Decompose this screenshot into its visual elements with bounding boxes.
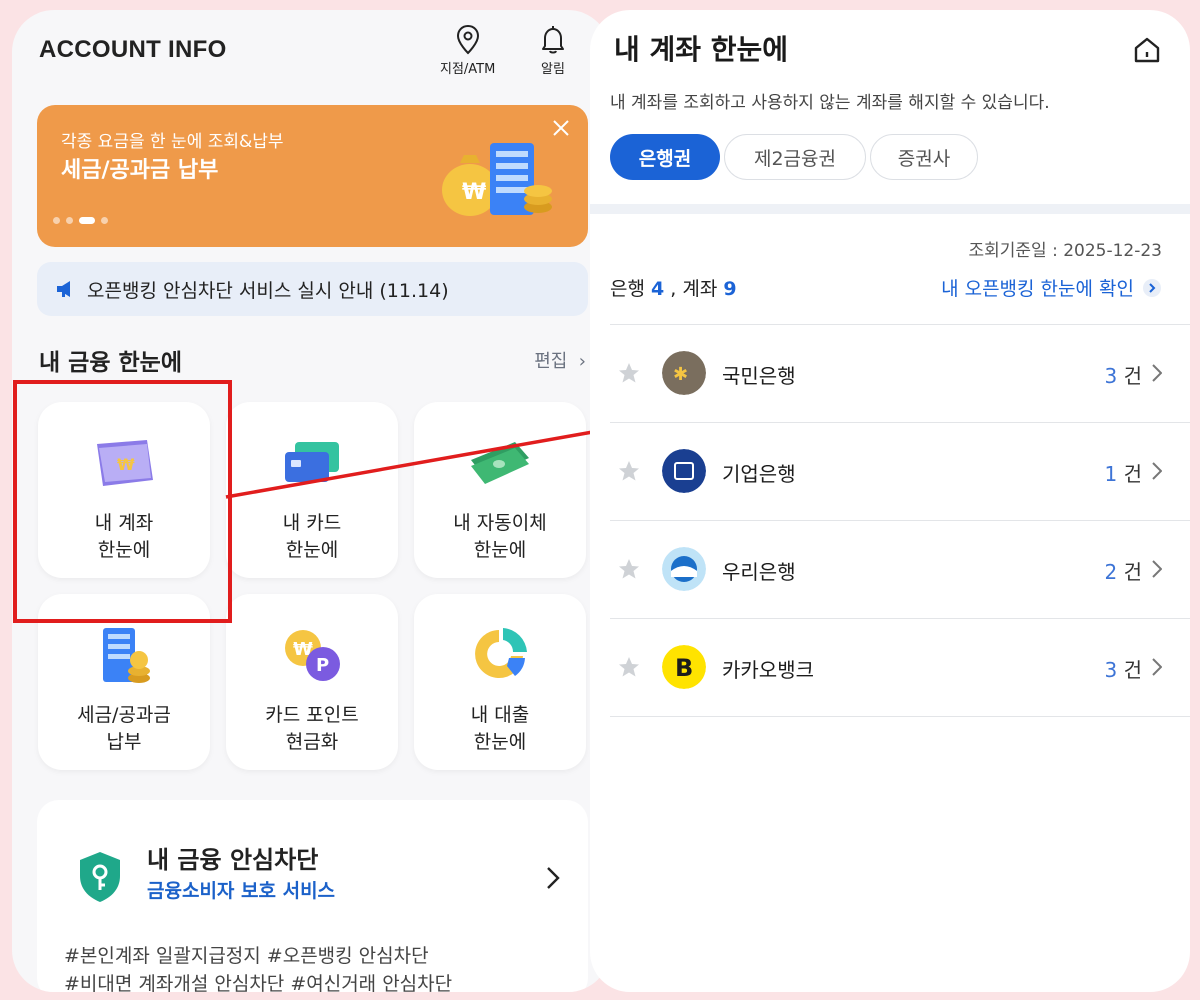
chevron-right-icon <box>1152 658 1162 676</box>
bank-row-ibk[interactable]: 기업은행 1 건 <box>590 422 1190 520</box>
list-divider <box>610 716 1190 717</box>
bank-count: 4 <box>651 278 665 300</box>
count-unit: 건 <box>1123 658 1142 682</box>
bank-count-label: 은행 <box>610 278 645 300</box>
chevron-right-icon <box>1152 364 1162 382</box>
bank-name: 카카오뱅크 <box>722 658 814 682</box>
bank-row-kakao[interactable]: B 카카오뱅크 3 건 <box>590 618 1190 716</box>
chevron-circle-icon <box>1143 278 1161 297</box>
bank-row-kb[interactable]: ✱ 국민은행 3 건 <box>590 324 1190 422</box>
star-icon[interactable] <box>618 656 640 678</box>
account-count: 2 건 <box>1105 556 1143 585</box>
account-count: 3 건 <box>1105 360 1143 389</box>
page-title: 내 계좌 한눈에 <box>614 33 789 66</box>
account-count: 3 건 <box>1105 654 1143 683</box>
star-icon[interactable] <box>618 558 640 580</box>
tab-banks[interactable]: 은행권 <box>610 134 720 180</box>
open-banking-link[interactable]: 내 오픈뱅킹 한눈에 확인 <box>941 274 1162 301</box>
open-banking-label: 내 오픈뱅킹 한눈에 확인 <box>941 278 1134 300</box>
section-divider <box>590 204 1190 214</box>
count-value: 2 <box>1104 560 1118 584</box>
count-value: 1 <box>1104 462 1118 486</box>
kb-bank-logo-icon: ✱ <box>662 351 706 395</box>
bank-row-woori[interactable]: 우리은행 2 건 <box>590 520 1190 618</box>
bank-name: 국민은행 <box>722 364 796 388</box>
woori-bank-logo-icon <box>662 547 706 591</box>
bank-name: 기업은행 <box>722 462 796 486</box>
tab-secondary-finance[interactable]: 제2금융권 <box>724 134 866 180</box>
count-unit: 건 <box>1123 364 1142 388</box>
svg-text:✱: ✱ <box>673 364 688 385</box>
query-date: 조회기준일 : 2025-12-23 <box>968 241 1162 261</box>
count-value: 3 <box>1104 364 1118 388</box>
star-icon[interactable] <box>618 362 640 384</box>
page-description: 내 계좌를 조회하고 사용하지 않는 계좌를 해지할 수 있습니다. <box>610 93 1050 113</box>
summary-separator: , <box>670 278 683 300</box>
svg-text:B: B <box>675 654 693 682</box>
home-icon[interactable] <box>1132 36 1162 64</box>
tab-securities[interactable]: 증권사 <box>870 134 978 180</box>
count-unit: 건 <box>1123 462 1142 486</box>
kakaobank-logo-icon: B <box>662 645 706 689</box>
bank-name: 우리은행 <box>722 560 796 584</box>
chevron-right-icon <box>1152 560 1162 578</box>
star-icon[interactable] <box>618 460 640 482</box>
count-value: 3 <box>1104 658 1118 682</box>
account-count-label: 계좌 <box>682 278 718 300</box>
account-summary: 은행 4 , 계좌 9 <box>610 274 737 301</box>
my-accounts-screen: 내 계좌 한눈에 내 계좌를 조회하고 사용하지 않는 계좌를 해지할 수 있습… <box>590 10 1190 992</box>
chevron-right-icon <box>1152 462 1162 480</box>
account-count: 9 <box>723 278 737 300</box>
account-count: 1 건 <box>1105 458 1143 487</box>
count-unit: 건 <box>1123 560 1142 584</box>
ibk-bank-logo-icon <box>662 449 706 493</box>
